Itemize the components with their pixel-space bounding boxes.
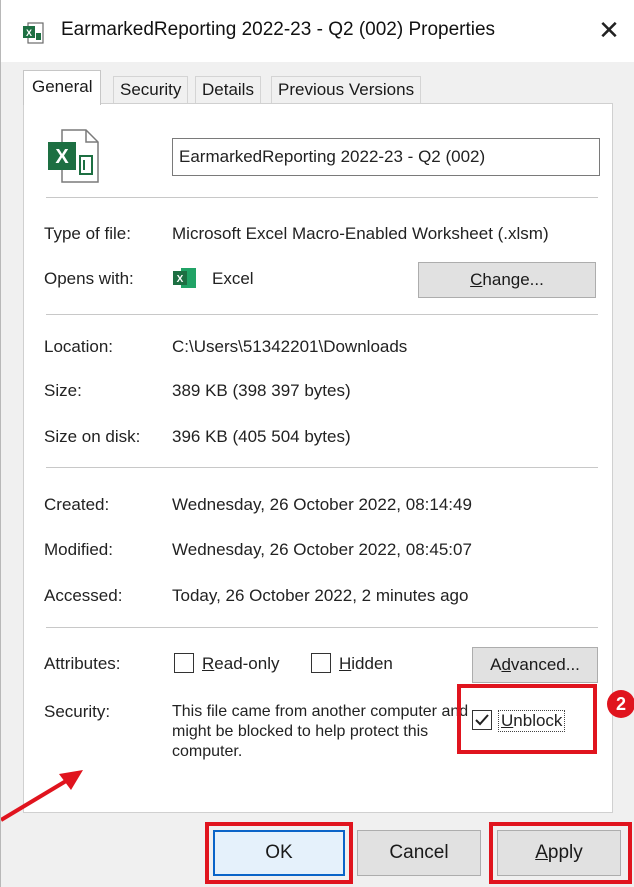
- tab-general[interactable]: General: [23, 70, 102, 105]
- window-title: EarmarkedReporting 2022-23 - Q2 (002) Pr…: [61, 19, 496, 40]
- read-only-accel: R: [202, 654, 215, 673]
- apply-highlight-box: [489, 822, 632, 884]
- divider: [46, 467, 598, 468]
- type-of-file-value: Microsoft Excel Macro-Enabled Worksheet …: [172, 224, 549, 243]
- security-label: Security:: [44, 702, 111, 721]
- ok-highlight-box: [205, 822, 353, 884]
- tab-details[interactable]: Details: [195, 76, 261, 104]
- size-label: Size:: [44, 381, 82, 400]
- properties-window: X EarmarkedReporting 2022-23 - Q2 (002) …: [0, 0, 634, 887]
- red-arrow-icon: [1, 770, 83, 822]
- read-only-label[interactable]: Read-only: [202, 654, 280, 674]
- svg-text:X: X: [26, 28, 32, 38]
- tab-previous-versions[interactable]: Previous Versions: [271, 76, 422, 104]
- change-button[interactable]: Change...: [418, 262, 596, 298]
- file-name-input[interactable]: [172, 138, 600, 176]
- advanced-button-prefix: A: [490, 655, 502, 674]
- divider: [46, 627, 598, 628]
- cancel-button[interactable]: Cancel: [357, 830, 481, 876]
- change-button-suffix: hange...: [482, 270, 544, 289]
- modified-value: Wednesday, 26 October 2022, 08:45:07: [172, 540, 472, 559]
- title-bar[interactable]: X EarmarkedReporting 2022-23 - Q2 (002) …: [1, 0, 634, 62]
- attributes-label: Attributes:: [44, 654, 121, 673]
- size-on-disk-label: Size on disk:: [44, 427, 141, 446]
- svg-text:X: X: [55, 146, 69, 168]
- accessed-label: Accessed:: [44, 586, 123, 605]
- hidden-checkbox[interactable]: [311, 653, 331, 673]
- read-only-checkbox[interactable]: [174, 653, 194, 673]
- created-value: Wednesday, 26 October 2022, 08:14:49: [172, 495, 472, 514]
- location-label: Location:: [44, 337, 113, 356]
- change-button-accel: C: [470, 270, 483, 289]
- location-value: C:\Users\51342201\Downloads: [172, 337, 408, 356]
- size-value: 389 KB (398 397 bytes): [172, 381, 351, 400]
- excel-document-icon: X: [48, 129, 99, 183]
- divider: [46, 314, 598, 315]
- advanced-button[interactable]: Advanced...: [472, 647, 598, 683]
- close-icon[interactable]: ✕: [591, 12, 627, 48]
- security-message: This file came from another computer and…: [172, 703, 469, 760]
- tab-bar: General Security Details Previous Versio…: [23, 70, 623, 105]
- advanced-button-accel: d: [501, 655, 511, 674]
- divider: [46, 197, 598, 198]
- unblock-highlight-box: [457, 684, 597, 754]
- svg-text:X: X: [177, 274, 184, 285]
- excel-file-icon: X: [23, 22, 44, 44]
- opens-with-label: Opens with:: [44, 269, 134, 288]
- accessed-value: Today, 26 October 2022, 2 minutes ago: [172, 586, 469, 605]
- hidden-label[interactable]: Hidden: [339, 654, 393, 674]
- created-label: Created:: [44, 495, 110, 514]
- excel-app-icon: X: [173, 268, 196, 288]
- type-of-file-label: Type of file:: [44, 224, 131, 243]
- hidden-accel: H: [339, 654, 352, 673]
- modified-label: Modified:: [44, 540, 113, 559]
- read-only-rest: ead-only: [214, 654, 280, 673]
- tab-security[interactable]: Security: [113, 76, 189, 104]
- hidden-rest: idden: [351, 654, 393, 673]
- advanced-button-suffix: vanced...: [510, 655, 580, 674]
- opens-with-value: Excel: [212, 269, 254, 288]
- size-on-disk-value: 396 KB (405 504 bytes): [172, 427, 351, 446]
- step-badge: 2: [607, 690, 634, 718]
